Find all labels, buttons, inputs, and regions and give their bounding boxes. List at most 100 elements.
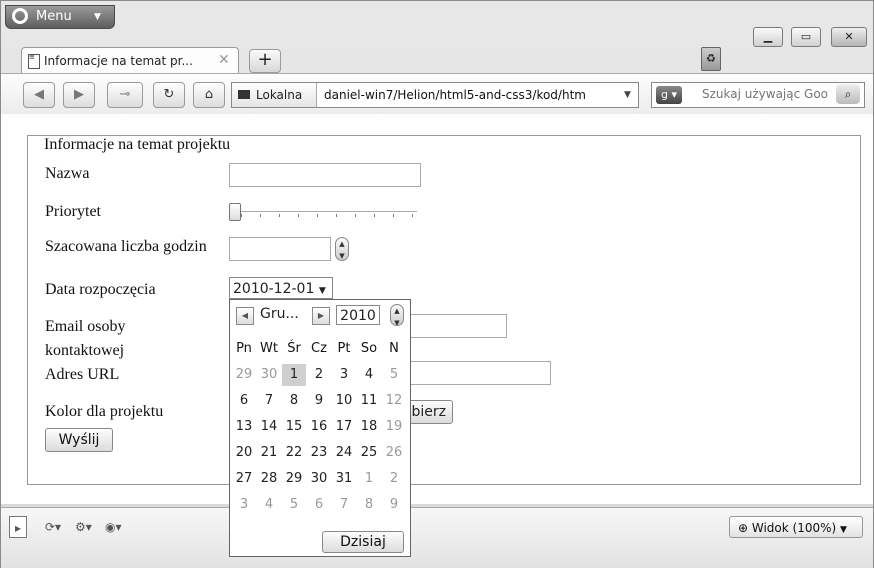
- calendar-day[interactable]: 30: [307, 468, 331, 490]
- home-button[interactable]: ⌂: [193, 82, 225, 108]
- calendar-day[interactable]: 1: [357, 468, 381, 490]
- status-bar: ▸ ⟳▾ ⚙▾ ◉▾ ⊕ Widok (100%) ▼: [1, 507, 873, 568]
- search-engine-icon[interactable]: g ▾: [656, 86, 682, 104]
- calendar-day[interactable]: 3: [232, 494, 256, 516]
- hours-input[interactable]: [229, 237, 331, 261]
- turbo-icon[interactable]: ◉▾: [105, 516, 122, 538]
- calendar-day[interactable]: 29: [282, 468, 306, 490]
- calendar-day[interactable]: 26: [382, 442, 406, 464]
- calendar-day-selected[interactable]: 1: [282, 364, 306, 386]
- fieldset-legend: Informacje na temat projektu: [41, 136, 234, 154]
- chevron-down-icon[interactable]: ▼: [319, 286, 326, 296]
- arrow-left-icon: ◀: [34, 87, 44, 102]
- reload-button[interactable]: ↻: [153, 82, 185, 108]
- hours-label: Szacowana liczba godzin: [45, 238, 207, 255]
- calendar-day[interactable]: 12: [382, 390, 406, 412]
- calendar-day[interactable]: 8: [357, 494, 381, 516]
- menu-button[interactable]: Menu ▼: [5, 5, 115, 29]
- calendar-day[interactable]: 28: [257, 468, 281, 490]
- calendar-day[interactable]: 30: [257, 364, 281, 386]
- calendar-day[interactable]: 24: [332, 442, 356, 464]
- calendar-day[interactable]: 27: [232, 468, 256, 490]
- color-label: Kolor dla projektu: [45, 403, 164, 420]
- address-bar[interactable]: Lokalna daniel-win7/Helion/html5-and-css…: [231, 82, 639, 108]
- calendar-day[interactable]: 20: [232, 442, 256, 464]
- trash-icon[interactable]: ♻: [701, 47, 721, 71]
- month-label: Gru...: [260, 306, 299, 322]
- calendar-day[interactable]: 31: [332, 468, 356, 490]
- unite-icon[interactable]: ⚙▾: [75, 516, 92, 538]
- today-button[interactable]: Dzisiaj: [322, 531, 404, 553]
- calendar-day[interactable]: 16: [307, 416, 331, 438]
- calendar-day[interactable]: 13: [232, 416, 256, 438]
- calendar-day[interactable]: 9: [307, 390, 331, 412]
- back-button[interactable]: ◀: [23, 82, 55, 108]
- calendar-day[interactable]: 17: [332, 416, 356, 438]
- wand-button[interactable]: ⊸: [107, 82, 143, 108]
- start-date-label: Data rozpoczęcia: [45, 281, 156, 298]
- calendar-day[interactable]: 7: [332, 494, 356, 516]
- slider-ticks: [241, 214, 417, 217]
- calendar-day[interactable]: 7: [257, 390, 281, 412]
- tab-active[interactable]: ≡ Informacje na temat pr... ✕: [21, 47, 239, 74]
- weekday-header: Cz: [311, 341, 327, 356]
- calendar-day[interactable]: 3: [332, 364, 356, 386]
- zoom-control[interactable]: ⊕ Widok (100%) ▼: [729, 516, 863, 538]
- search-input[interactable]: [702, 85, 832, 103]
- hours-spinner[interactable]: ▲ ▼: [335, 237, 349, 261]
- calendar-day[interactable]: 2: [382, 468, 406, 490]
- slider-thumb[interactable]: [229, 203, 241, 221]
- calendar-day[interactable]: 23: [307, 442, 331, 464]
- navigation-bar: ◀ ▶ ⊸ ↻ ⌂ Lokalna daniel-win7/Helion/htm…: [1, 73, 873, 115]
- next-month-button[interactable]: ▶: [312, 307, 330, 325]
- priority-slider[interactable]: [229, 203, 419, 223]
- calendar-day[interactable]: 14: [257, 416, 281, 438]
- year-spinner[interactable]: ▲ ▼: [390, 304, 404, 327]
- address-badge[interactable]: Lokalna: [232, 83, 317, 107]
- calendar-day[interactable]: 10: [332, 390, 356, 412]
- zoom-icon: ⊕: [738, 521, 752, 535]
- minimize-button[interactable]: ▁: [753, 27, 783, 47]
- search-icon[interactable]: ⌕: [836, 84, 860, 104]
- email-input[interactable]: [401, 314, 507, 338]
- calendar-day[interactable]: 19: [382, 416, 406, 438]
- close-window-button[interactable]: ✕: [831, 27, 867, 47]
- calendar-day[interactable]: 21: [257, 442, 281, 464]
- panel-toggle-icon[interactable]: ▸: [9, 516, 27, 538]
- name-input[interactable]: [229, 163, 421, 187]
- calendar-day[interactable]: 5: [382, 364, 406, 386]
- new-tab-button[interactable]: +: [249, 49, 281, 73]
- close-tab-icon[interactable]: ✕: [218, 52, 230, 68]
- calendar-day[interactable]: 2: [307, 364, 331, 386]
- calendar-day[interactable]: 9: [382, 494, 406, 516]
- calendar-day[interactable]: 22: [282, 442, 306, 464]
- prev-month-button[interactable]: ◀: [236, 307, 254, 325]
- arrow-right-icon: ▶: [317, 311, 325, 320]
- start-date-input[interactable]: 2010-12-01 ▼: [229, 277, 333, 299]
- calendar-day[interactable]: 8: [282, 390, 306, 412]
- url-input[interactable]: [401, 361, 551, 385]
- address-url[interactable]: daniel-win7/Helion/html5-and-css3/kod/ht…: [324, 83, 620, 107]
- zoom-label: Widok (100%): [751, 521, 837, 535]
- chevron-down-icon[interactable]: ▼: [624, 83, 631, 107]
- calendar-day[interactable]: 15: [282, 416, 306, 438]
- maximize-button[interactable]: ▭: [791, 27, 821, 47]
- browser-window: Menu ▼ ▁ ▭ ✕ ≡ Informacje na temat pr...…: [0, 0, 874, 568]
- name-label: Nazwa: [45, 165, 90, 182]
- calendar-day[interactable]: 18: [357, 416, 381, 438]
- calendar-day[interactable]: 4: [357, 364, 381, 386]
- calendar-day[interactable]: 5: [282, 494, 306, 516]
- calendar-day[interactable]: 11: [357, 390, 381, 412]
- forward-button[interactable]: ▶: [63, 82, 95, 108]
- submit-button[interactable]: Wyślij: [45, 428, 113, 452]
- calendar-day[interactable]: 29: [232, 364, 256, 386]
- calendar-day[interactable]: 6: [232, 390, 256, 412]
- reload-icon: ↻: [163, 87, 175, 102]
- calendar-day[interactable]: 25: [357, 442, 381, 464]
- page-icon: ≡: [28, 54, 40, 69]
- calendar-day[interactable]: 6: [307, 494, 331, 516]
- year-input[interactable]: 2010: [336, 305, 380, 325]
- weekday-header: Pn: [236, 341, 252, 356]
- sync-icon[interactable]: ⟳▾: [45, 516, 61, 538]
- calendar-day[interactable]: 4: [257, 494, 281, 516]
